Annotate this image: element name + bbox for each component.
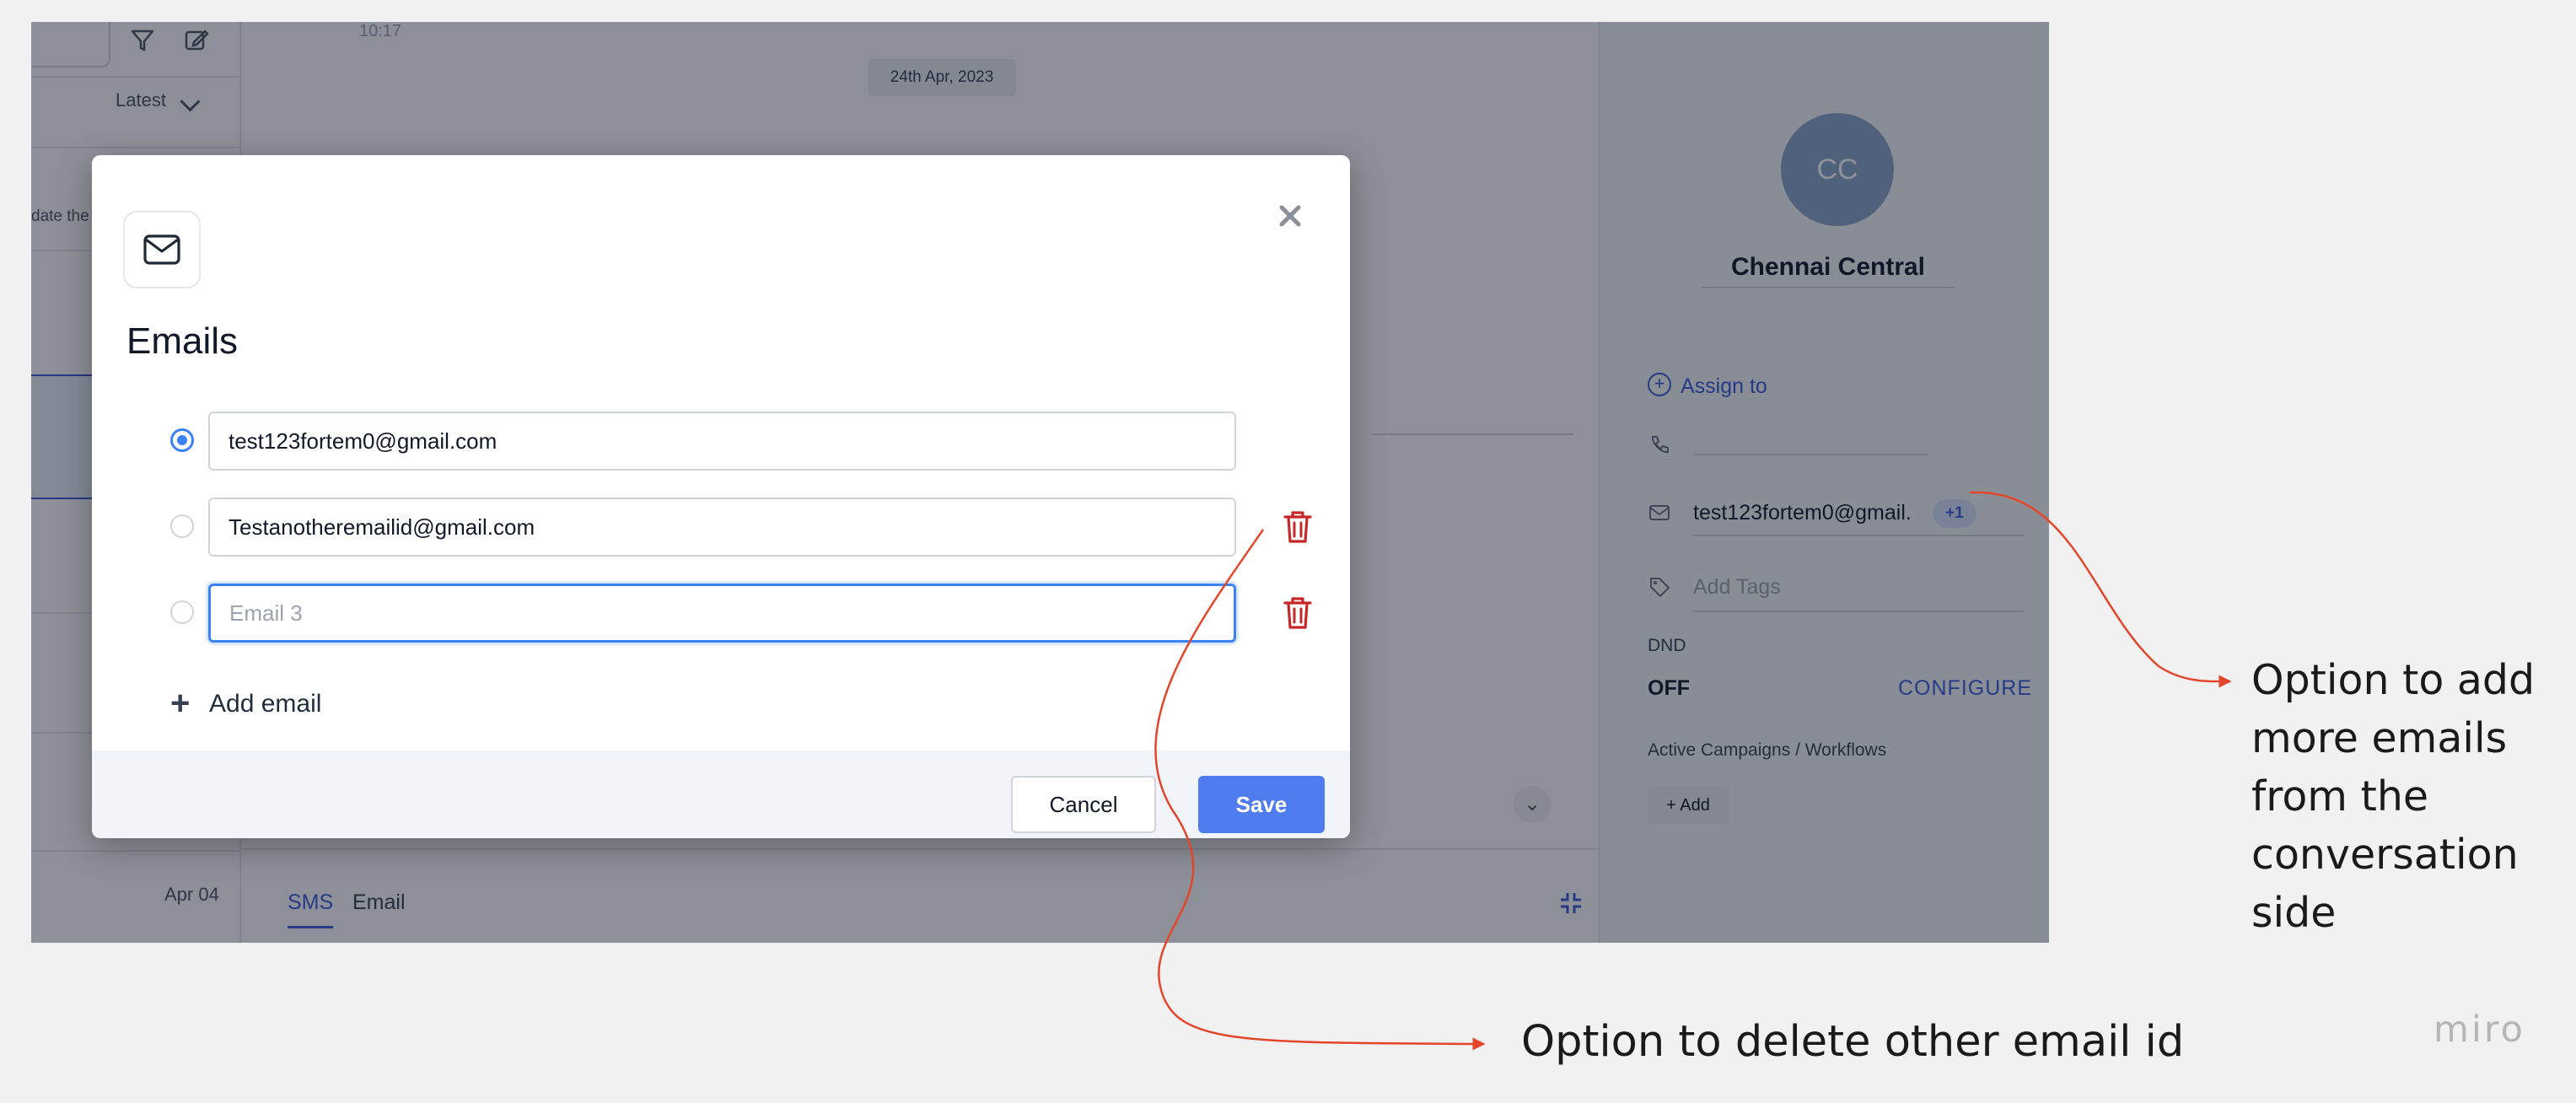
arrow-to-add-emails-note <box>1969 491 2232 688</box>
annotation-delete-email: Option to delete other email id <box>1521 1017 2185 1067</box>
annotation-arrows <box>1154 491 2232 1051</box>
miro-watermark: miro <box>2433 1009 2525 1051</box>
annotation-add-emails: Option to add more emails from the conve… <box>2251 656 2536 937</box>
arrow-to-delete-note <box>1154 529 1486 1051</box>
